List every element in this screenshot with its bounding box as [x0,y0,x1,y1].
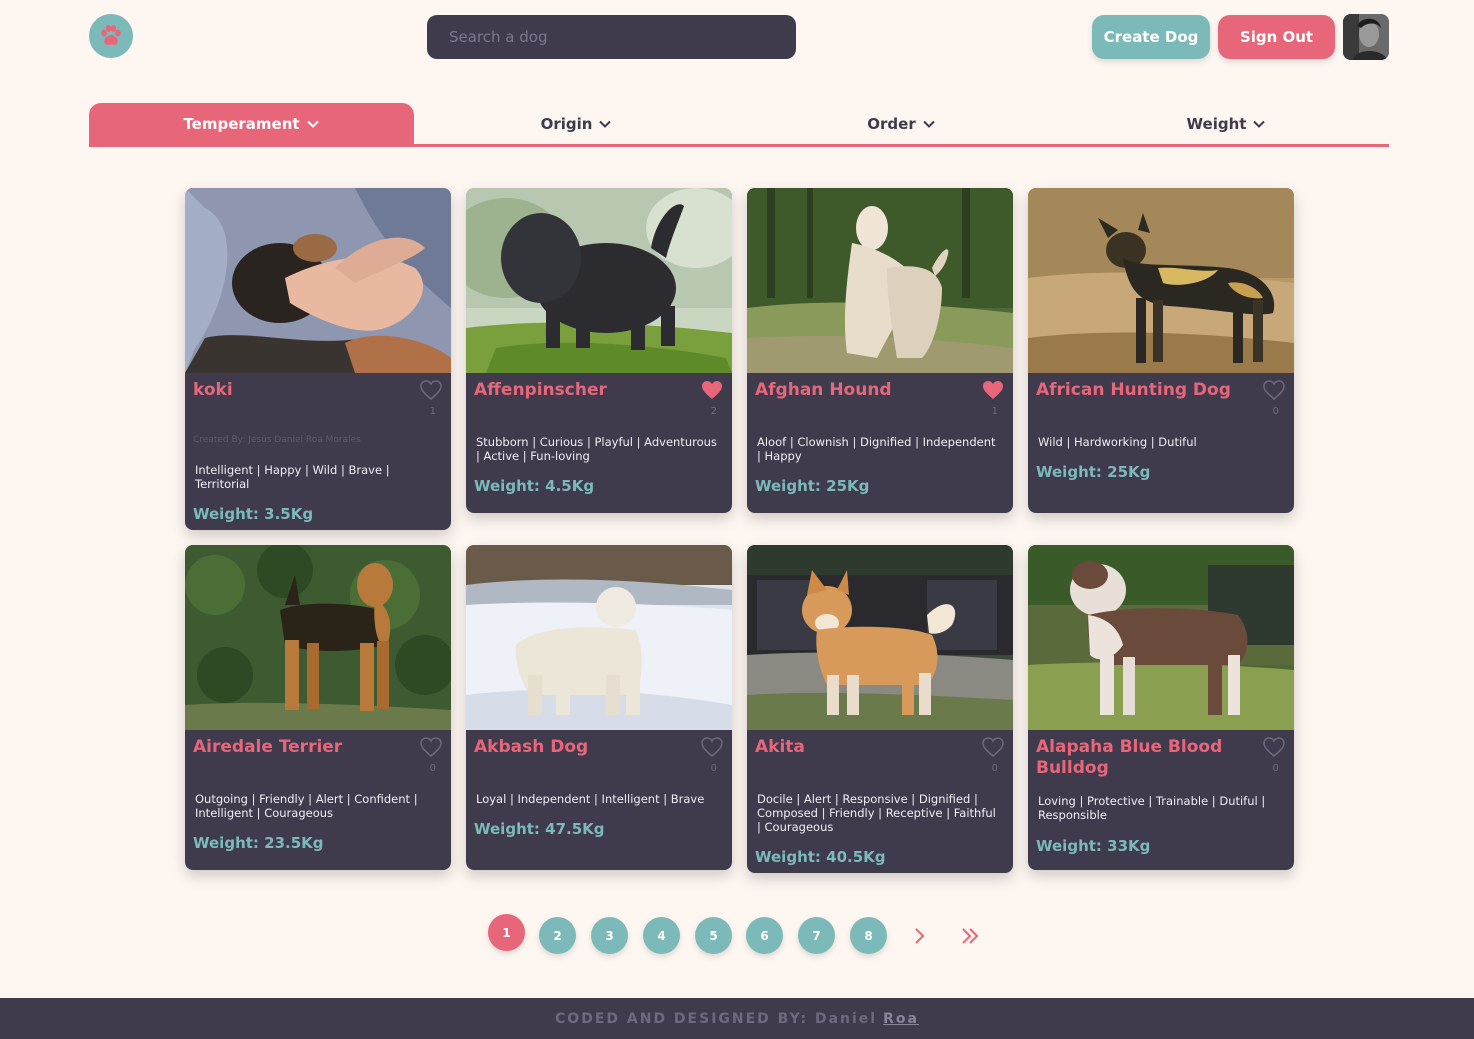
dog-photo [466,545,732,730]
paw-logo-icon[interactable] [89,14,133,58]
page-button-6[interactable]: 6 [746,917,783,954]
page-button-2[interactable]: 2 [539,917,576,954]
create-dog-button[interactable]: Create Dog [1092,15,1210,59]
temperament-list: Intelligent | Happy | Wild | Brave | Ter… [195,463,390,491]
dog-name[interactable]: Akita [755,737,977,758]
filter-label: Order [867,114,916,133]
heart-outline-icon[interactable] [981,736,1005,758]
dog-name[interactable]: Afghan Hound [755,380,977,401]
heart-outline-icon[interactable] [1262,736,1286,758]
filter-origin[interactable]: Origin [414,103,739,144]
dog-name[interactable]: Akbash Dog [474,737,696,758]
dog-card[interactable]: Afghan Hound 1 Aloof | Clownish | Dignif… [747,188,1013,513]
dog-card[interactable]: Akita 0 Docile | Alert | Responsive | Di… [747,545,1013,873]
dog-weight: Weight: 40.5Kg [755,848,886,866]
chevron-down-icon [1253,120,1266,128]
footer-author-link[interactable]: Roa [883,1011,919,1027]
dog-photo [747,188,1013,373]
page-button-4[interactable]: 4 [643,917,680,954]
dog-photo [185,545,451,730]
dog-photo [466,188,732,373]
chevron-down-icon [923,120,935,128]
avatar[interactable] [1343,14,1389,60]
like-count: 0 [710,763,717,774]
search-input[interactable] [427,15,796,59]
like-count: 2 [710,406,717,417]
dog-weight: Weight: 25Kg [1036,463,1151,481]
dog-card[interactable]: Affenpinscher 2 Stubborn | Curious | Pla… [466,188,732,513]
dog-card[interactable]: koki 1 Created By: Jesús Daniel Roa Mora… [185,188,451,530]
sign-out-button[interactable]: Sign Out [1218,15,1335,59]
heart-outline-icon[interactable] [1262,379,1286,401]
temperament-list: Aloof | Clownish | Dignified | Independe… [757,435,996,463]
filter-label: Temperament [183,114,300,133]
dog-name[interactable]: African Hunting Dog [1036,380,1258,401]
like-count: 0 [429,763,436,774]
dog-name[interactable]: Affenpinscher [474,380,696,401]
filter-weight[interactable]: Weight [1064,103,1389,144]
filter-label: Weight [1186,114,1247,133]
temperament-list: Stubborn | Curious | Playful | Adventuro… [476,435,717,463]
heart-filled-icon[interactable] [700,379,724,401]
heart-outline-icon[interactable] [419,379,443,401]
heart-filled-icon[interactable] [981,379,1005,401]
page-button-3[interactable]: 3 [591,917,628,954]
dog-card[interactable]: Alapaha Blue Blood Bulldog 0 Loving | Pr… [1028,545,1294,870]
dog-photo [747,545,1013,730]
dog-photo [185,188,451,373]
temperament-list: Loyal | Independent | Intelligent | Brav… [476,792,705,806]
dog-card[interactable]: African Hunting Dog 0 Wild | Hardworking… [1028,188,1294,513]
dog-name[interactable]: Alapaha Blue Blood Bulldog [1036,737,1258,779]
like-count: 0 [1272,763,1279,774]
dog-card[interactable]: Akbash Dog 0 Loyal | Independent | Intel… [466,545,732,870]
chevron-down-icon [306,120,319,128]
like-count: 0 [991,763,998,774]
dog-weight: Weight: 23.5Kg [193,834,324,852]
filter-label: Origin [540,114,593,133]
dog-name[interactable]: Airedale Terrier [193,737,415,758]
double-chevron-right-icon[interactable] [958,924,982,948]
temperament-list: Loving | Protective | Trainable | Dutifu… [1038,794,1266,822]
dog-card[interactable]: Airedale Terrier 0 Outgoing | Friendly |… [185,545,451,870]
header: Create Dog Sign Out [0,0,1474,80]
page-button-1[interactable]: 1 [488,914,525,951]
dog-weight: Weight: 3.5Kg [193,505,314,523]
dog-photo [1028,545,1294,730]
filter-order[interactable]: Order [739,103,1064,144]
dog-photo [1028,188,1294,373]
temperament-list: Outgoing | Friendly | Alert | Confident … [195,792,418,820]
dog-weight: Weight: 33Kg [1036,837,1151,855]
dog-weight: Weight: 47.5Kg [474,820,605,838]
heart-outline-icon[interactable] [700,736,724,758]
chevron-down-icon [599,120,612,128]
dog-weight: Weight: 25Kg [755,477,870,495]
footer: CODED AND DESIGNED BY: Daniel Roa [0,998,1474,1039]
page-button-7[interactable]: 7 [798,917,835,954]
chevron-right-icon[interactable] [907,924,931,948]
like-count: 1 [991,406,998,417]
temperament-list: Wild | Hardworking | Dutiful [1038,435,1197,449]
dog-name[interactable]: koki [193,380,415,401]
like-count: 0 [1272,406,1279,417]
created-by: Created By: Jesús Daniel Roa Morales [193,435,361,445]
page-button-8[interactable]: 8 [850,917,887,954]
temperament-list: Docile | Alert | Responsive | Dignified … [757,792,996,834]
filter-temperament[interactable]: Temperament [89,103,414,144]
filter-bar: Temperament Origin Order Weight [89,103,1389,147]
like-count: 1 [429,406,436,417]
heart-outline-icon[interactable] [419,736,443,758]
page-button-5[interactable]: 5 [695,917,732,954]
dog-weight: Weight: 4.5Kg [474,477,595,495]
footer-credit: CODED AND DESIGNED BY: Daniel [555,1010,878,1027]
